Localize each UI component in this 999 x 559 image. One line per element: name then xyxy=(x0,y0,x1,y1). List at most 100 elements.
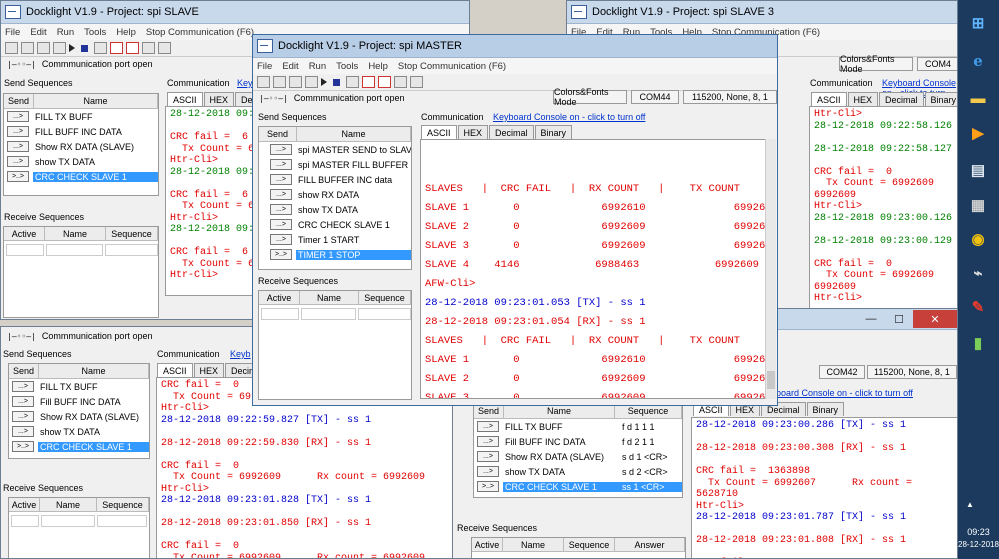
close-icon[interactable]: ✕ xyxy=(913,310,957,328)
print-icon[interactable] xyxy=(305,76,318,88)
tab-ascii[interactable]: ASCII xyxy=(167,92,203,106)
send-sequence-button[interactable]: ...> xyxy=(270,204,292,215)
send-sequence-button[interactable]: ...> xyxy=(270,219,292,230)
send-sequence-button[interactable]: ...> xyxy=(270,159,292,170)
send-sequence-button[interactable]: ...> xyxy=(270,174,292,185)
window-spi-master[interactable]: Docklight V1.9 - Project: spi MASTER Fil… xyxy=(252,34,778,406)
editor-app-icon[interactable]: ▮ xyxy=(964,330,992,356)
menu-file[interactable]: File xyxy=(257,61,272,72)
print-icon[interactable] xyxy=(53,42,66,54)
send-sequence-row[interactable]: ...> show TX DATA xyxy=(4,154,158,169)
send-sequence-button[interactable]: ...> xyxy=(7,111,29,122)
tab-hex[interactable]: HEX xyxy=(847,92,879,106)
send-sequence-row[interactable]: >..> CRC CHECK SLAVE 1 xyxy=(4,169,158,184)
options-icon[interactable] xyxy=(394,76,407,88)
send-sequence-row[interactable]: ...> Fill BUFF INC DATA f d 2 1 1 xyxy=(474,434,682,449)
menu-file[interactable]: File xyxy=(5,27,20,38)
gimp-icon[interactable]: ⌁ xyxy=(964,260,992,286)
internet-explorer-icon[interactable]: e xyxy=(964,48,992,74)
send-sequence-button[interactable]: ...> xyxy=(12,411,34,422)
terminal-scrollbar[interactable] xyxy=(765,139,776,399)
file-explorer-icon[interactable]: ▬ xyxy=(964,85,992,111)
find-icon[interactable] xyxy=(346,76,359,88)
send-sequence-row[interactable]: >..> CRC CHECK SLAVE 1 ss 1 <CR> xyxy=(474,479,682,494)
new-project-icon[interactable] xyxy=(5,42,18,54)
open-project-icon[interactable] xyxy=(273,76,286,88)
script-icon[interactable] xyxy=(410,76,423,88)
communication-terminal[interactable]: Htr-Cli> 28-12-2018 09:22:58.126 28-12-20… xyxy=(809,106,957,311)
send-sequence-button[interactable]: ...> xyxy=(477,436,499,447)
save-project-icon[interactable] xyxy=(289,76,302,88)
chrome-icon[interactable]: ◉ xyxy=(964,226,992,252)
media-player-icon[interactable]: ▶ xyxy=(964,120,992,146)
clear-icon[interactable] xyxy=(362,76,375,88)
tab-binary[interactable]: Binary xyxy=(924,92,957,106)
send-sequence-row[interactable]: ...> Fill BUFF INC DATA xyxy=(9,394,149,409)
send-sequence-button[interactable]: ...> xyxy=(477,466,499,477)
send-sequence-button[interactable]: ...> xyxy=(7,156,29,167)
port-settings-button[interactable]: 115200, None, 8, 1 xyxy=(683,90,777,104)
send-sequence-row[interactable]: ...> show TX DATA xyxy=(267,202,411,217)
send-sequence-row[interactable]: ...> FILL TX BUFF xyxy=(9,379,149,394)
send-sequence-button[interactable]: >..> xyxy=(7,171,29,182)
send-sequence-button[interactable]: ...> xyxy=(12,381,34,392)
send-sequence-button[interactable]: ...> xyxy=(477,421,499,432)
send-sequence-row[interactable]: ...> Show RX DATA (SLAVE) xyxy=(4,139,158,154)
send-sequence-row[interactable]: >..> CRC CHECK SLAVE 1 xyxy=(9,439,149,454)
menu-help[interactable]: Help xyxy=(368,61,388,72)
acrobat-icon[interactable]: ✎ xyxy=(964,294,992,320)
titlebar[interactable]: Docklight V1.9 - Project: spi MASTER xyxy=(253,35,777,58)
send-sequence-row[interactable]: ...> CRC CHECK SLAVE 1 xyxy=(267,217,411,232)
port-button[interactable]: COM4 xyxy=(917,57,957,71)
titlebar[interactable]: Docklight V1.9 - Project: spi SLAVE 3 xyxy=(567,1,957,24)
open-project-icon[interactable] xyxy=(21,42,34,54)
tray-overflow-icon[interactable]: ▲ xyxy=(966,500,974,509)
find-icon[interactable] xyxy=(94,42,107,54)
menu-help[interactable]: Help xyxy=(116,27,136,38)
receive-row[interactable] xyxy=(259,308,411,320)
send-sequence-button[interactable]: ...> xyxy=(7,141,29,152)
clear-all-icon[interactable] xyxy=(126,42,139,54)
send-sequence-button[interactable]: >..> xyxy=(12,441,34,452)
send-sequence-button[interactable]: ...> xyxy=(12,426,34,437)
clear-icon[interactable] xyxy=(110,42,123,54)
port-button[interactable]: COM44 xyxy=(631,90,679,104)
clock-date[interactable]: 28-12-2018 xyxy=(958,540,999,549)
options-icon[interactable] xyxy=(142,42,155,54)
menu-run[interactable]: Run xyxy=(57,27,74,38)
tab-hex[interactable]: HEX xyxy=(203,92,235,106)
menu-stop-communication[interactable]: Stop Communication (F6) xyxy=(398,61,506,72)
save-project-icon[interactable] xyxy=(37,42,50,54)
send-sequence-button[interactable]: ...> xyxy=(477,451,499,462)
clear-all-icon[interactable] xyxy=(378,76,391,88)
send-sequence-row[interactable]: ...> Show RX DATA (SLAVE) s d 1 <CR> xyxy=(474,449,682,464)
colors-fonts-mode-button[interactable]: Colors&Fonts Mode xyxy=(553,87,627,107)
receive-row[interactable] xyxy=(9,515,149,527)
send-sequence-row[interactable]: ...> FILL TX BUFF xyxy=(4,109,158,124)
send-sequence-button[interactable]: >..> xyxy=(477,481,499,492)
tab-ascii[interactable]: ASCII xyxy=(811,92,847,106)
titlebar[interactable]: Docklight V1.9 - Project: spi SLAVE xyxy=(1,1,469,24)
send-sequence-button[interactable]: ...> xyxy=(270,144,292,155)
stop-communication-icon[interactable] xyxy=(81,44,88,52)
maximize-icon[interactable]: ☐ xyxy=(885,310,913,328)
chip-app-icon[interactable]: ▦ xyxy=(964,192,992,218)
port-button[interactable]: COM42 xyxy=(819,365,865,379)
send-sequence-row[interactable]: ...> Show RX DATA (SLAVE) xyxy=(9,409,149,424)
port-settings-button[interactable]: 115200, None, 8, 1 xyxy=(867,365,957,379)
menu-stop-communication[interactable]: Stop Communication (F6) xyxy=(146,27,254,38)
script-icon[interactable] xyxy=(158,42,171,54)
minimize-icon[interactable]: — xyxy=(857,310,885,328)
start-communication-icon[interactable] xyxy=(321,78,327,86)
send-sequence-row[interactable]: ...> spi MASTER SEND to SLAVE xyxy=(267,142,411,157)
keyboard-console-link[interactable]: board Console on - click to turn off xyxy=(776,388,913,398)
receive-row[interactable] xyxy=(4,244,158,256)
start-windows-icon[interactable]: ⊞ xyxy=(964,10,992,36)
menu-edit[interactable]: Edit xyxy=(30,27,46,38)
start-communication-icon[interactable] xyxy=(69,44,75,52)
menu-run[interactable]: Run xyxy=(309,61,326,72)
send-sequence-button[interactable]: ...> xyxy=(7,126,29,137)
communication-terminal[interactable]: 28-12-2018 09:2 CRC fail = 6 Tx Count = 6… xyxy=(165,106,265,296)
tab-decimal[interactable]: Decimal xyxy=(489,125,534,139)
menu-edit[interactable]: Edit xyxy=(282,61,298,72)
